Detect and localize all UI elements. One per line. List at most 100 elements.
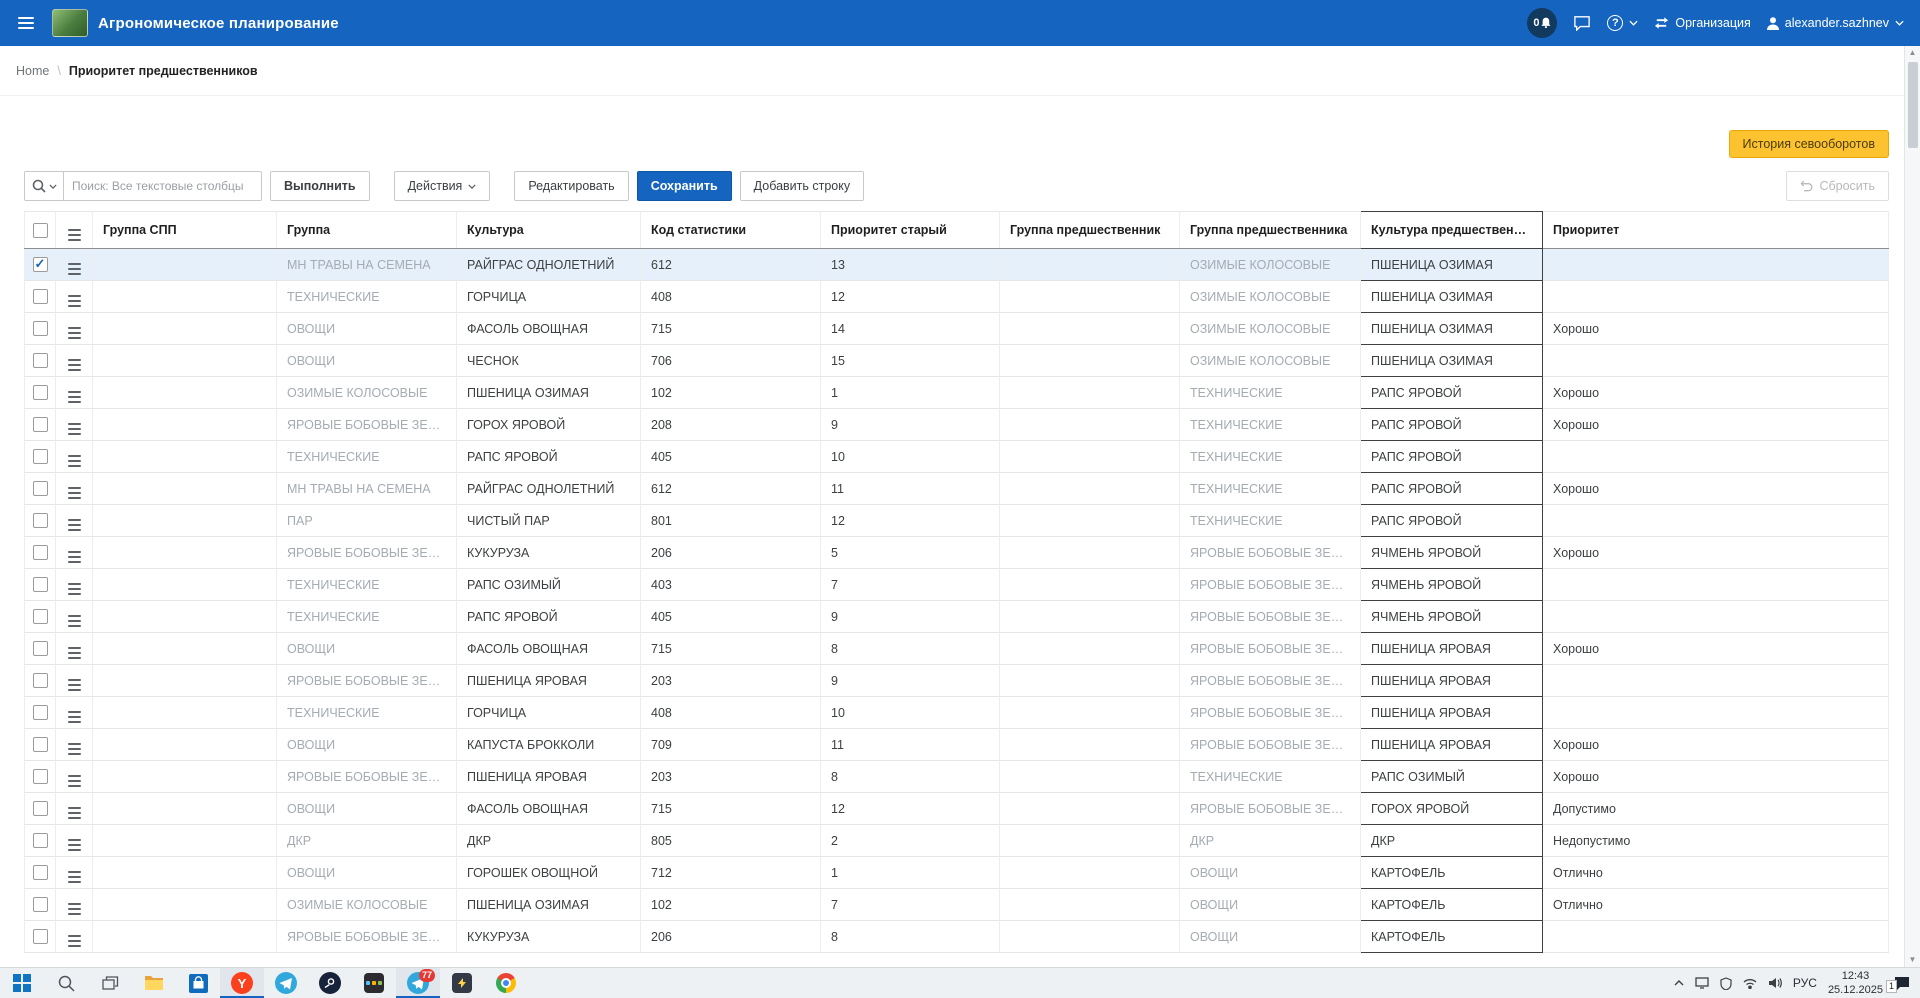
grid-cell[interactable]: 1 (821, 377, 1000, 409)
grid-cell[interactable] (93, 889, 277, 921)
grid-cell[interactable] (1000, 889, 1180, 921)
row-checkbox[interactable] (33, 673, 48, 688)
grid-cell[interactable] (1000, 601, 1180, 633)
row-menu-icon[interactable] (68, 423, 81, 435)
grid-cell[interactable] (1000, 825, 1180, 857)
grid-cell[interactable]: ЯРОВЫЕ БОБОВЫЕ ЗЕРНОВ... (277, 537, 457, 569)
row-menu-icon[interactable] (68, 615, 81, 627)
grid-cell[interactable]: ФАСОЛЬ ОВОЩНАЯ (457, 633, 641, 665)
grid-cell[interactable]: ГОРОШЕК ОВОЩНОЙ (457, 857, 641, 889)
grid-cell[interactable] (1543, 281, 1889, 313)
grid-cell[interactable]: ЯРОВЫЕ БОБОВЫЕ ЗЕРНОВ... (277, 761, 457, 793)
grid-cell[interactable] (1543, 665, 1889, 697)
grid-cell[interactable] (93, 281, 277, 313)
grid-cell[interactable]: ОВОЩИ (1180, 921, 1361, 953)
grid-cell[interactable]: ТЕХНИЧЕСКИЕ (277, 441, 457, 473)
row-checkbox[interactable] (33, 865, 48, 880)
grid-cell[interactable]: ОВОЩИ (1180, 889, 1361, 921)
grid-cell[interactable]: 9 (821, 665, 1000, 697)
grid-cell[interactable]: Хорошо (1543, 377, 1889, 409)
grid-cell[interactable]: ЯРОВЫЕ БОБОВЫЕ ЗЕРНОВ... (277, 409, 457, 441)
row-checkbox[interactable] (33, 321, 48, 336)
grid-cell[interactable]: РАПС ОЗИМЫЙ (1361, 761, 1543, 793)
table-row[interactable]: ОВОЩИЧЕСНОК70615ОЗИМЫЕ КОЛОСОВЫЕПШЕНИЦА … (25, 345, 1889, 377)
grid-cell[interactable]: КУКУРУЗА (457, 537, 641, 569)
column-header[interactable]: Приоритет старый (821, 212, 1000, 249)
grid-cell[interactable]: ГОРОХ ЯРОВОЙ (1361, 793, 1543, 825)
grid-cell[interactable]: ЯРОВЫЕ БОБОВЫЕ ЗЕРНОВ... (277, 921, 457, 953)
row-menu-icon[interactable] (68, 583, 81, 595)
grid-cell[interactable] (93, 409, 277, 441)
grid-cell[interactable]: 12 (821, 281, 1000, 313)
telegram-button[interactable] (264, 968, 308, 998)
grid-cell[interactable] (93, 761, 277, 793)
grid-cell[interactable]: ОВОЩИ (277, 345, 457, 377)
table-row[interactable]: ПАРЧИСТЫЙ ПАР80112ТЕХНИЧЕСКИЕРАПС ЯРОВОЙ (25, 505, 1889, 537)
grid-cell[interactable] (93, 633, 277, 665)
chat-button[interactable] (1573, 15, 1591, 31)
grid-cell[interactable] (1000, 697, 1180, 729)
grid-cell[interactable]: ДКР (457, 825, 641, 857)
grid-cell[interactable]: ЯРОВЫЕ БОБОВЫЕ ЗЕРНОВ... (1180, 793, 1361, 825)
grid-cell[interactable]: 8 (821, 921, 1000, 953)
row-checkbox[interactable] (33, 769, 48, 784)
app-button-2[interactable] (352, 968, 396, 998)
grid-cell[interactable]: ЯРОВЫЕ БОБОВЫЕ ЗЕРНОВ... (1180, 601, 1361, 633)
grid-cell[interactable]: ПШЕНИЦА ЯРОВАЯ (1361, 729, 1543, 761)
column-header[interactable]: Группа СПП (93, 212, 277, 249)
row-checkbox[interactable] (33, 833, 48, 848)
row-menu-icon[interactable] (68, 871, 81, 883)
scrollbar-thumb[interactable] (1908, 62, 1918, 148)
grid-cell[interactable]: КАРТОФЕЛЬ (1361, 889, 1543, 921)
row-checkbox[interactable] (33, 609, 48, 624)
grid-cell[interactable] (93, 441, 277, 473)
grid-cell[interactable]: 612 (641, 473, 821, 505)
table-row[interactable]: ЯРОВЫЕ БОБОВЫЕ ЗЕРНОВ...ПШЕНИЦА ЯРОВАЯ20… (25, 761, 1889, 793)
grid-cell[interactable]: 408 (641, 697, 821, 729)
grid-cell[interactable] (93, 665, 277, 697)
row-menu-icon[interactable] (68, 775, 81, 787)
grid-cell[interactable]: 10 (821, 441, 1000, 473)
grid-cell[interactable]: 9 (821, 409, 1000, 441)
table-row[interactable]: ДКРДКР8052ДКРДКРНедопустимо (25, 825, 1889, 857)
grid-cell[interactable]: КАРТОФЕЛЬ (1361, 857, 1543, 889)
taskbar-search-button[interactable] (44, 968, 88, 998)
grid-cell[interactable]: ПШЕНИЦА ОЗИМАЯ (457, 377, 641, 409)
grid-cell[interactable]: ДКР (1361, 825, 1543, 857)
grid-cell[interactable]: ОЗИМЫЕ КОЛОСОВЫЕ (277, 889, 457, 921)
grid-cell[interactable]: ГОРЧИЦА (457, 697, 641, 729)
table-row[interactable]: ОВОЩИФАСОЛЬ ОВОЩНАЯ7158ЯРОВЫЕ БОБОВЫЕ ЗЕ… (25, 633, 1889, 665)
column-header[interactable]: Код статистики (641, 212, 821, 249)
grid-cell[interactable]: 206 (641, 921, 821, 953)
grid-cell[interactable]: РАПС ОЗИМЫЙ (457, 569, 641, 601)
grid-cell[interactable]: ПШЕНИЦА ЯРОВАЯ (1361, 633, 1543, 665)
grid-cell[interactable] (93, 313, 277, 345)
column-header[interactable]: Культура (457, 212, 641, 249)
grid-cell[interactable] (93, 569, 277, 601)
action-center-button[interactable]: 1 (1894, 976, 1910, 990)
grid-cell[interactable]: ФАСОЛЬ ОВОЩНАЯ (457, 793, 641, 825)
row-menu-icon[interactable] (68, 551, 81, 563)
row-menu-icon[interactable] (68, 903, 81, 915)
table-row[interactable]: ТЕХНИЧЕСКИЕРАПС ЯРОВОЙ4059ЯРОВЫЕ БОБОВЫЕ… (25, 601, 1889, 633)
grid-cell[interactable]: 8 (821, 633, 1000, 665)
grid-cell[interactable]: 715 (641, 313, 821, 345)
grid-cell[interactable]: ОВОЩИ (277, 313, 457, 345)
grid-cell[interactable]: 13 (821, 249, 1000, 281)
grid-cell[interactable]: 102 (641, 377, 821, 409)
menu-toggle-button[interactable] (10, 7, 42, 39)
grid-cell[interactable]: ФАСОЛЬ ОВОЩНАЯ (457, 313, 641, 345)
grid-cell[interactable] (93, 825, 277, 857)
grid-cell[interactable]: Недопустимо (1543, 825, 1889, 857)
grid-cell[interactable]: 203 (641, 665, 821, 697)
grid-cell[interactable] (1000, 281, 1180, 313)
grid-cell[interactable]: 408 (641, 281, 821, 313)
grid-cell[interactable] (1000, 857, 1180, 889)
grid-cell[interactable]: 709 (641, 729, 821, 761)
grid-cell[interactable]: 11 (821, 729, 1000, 761)
grid-cell[interactable]: ГОРОХ ЯРОВОЙ (457, 409, 641, 441)
grid-cell[interactable] (93, 601, 277, 633)
grid-cell[interactable]: ПШЕНИЦА ОЗИМАЯ (1361, 249, 1543, 281)
grid-cell[interactable]: 405 (641, 441, 821, 473)
grid-cell[interactable] (93, 249, 277, 281)
